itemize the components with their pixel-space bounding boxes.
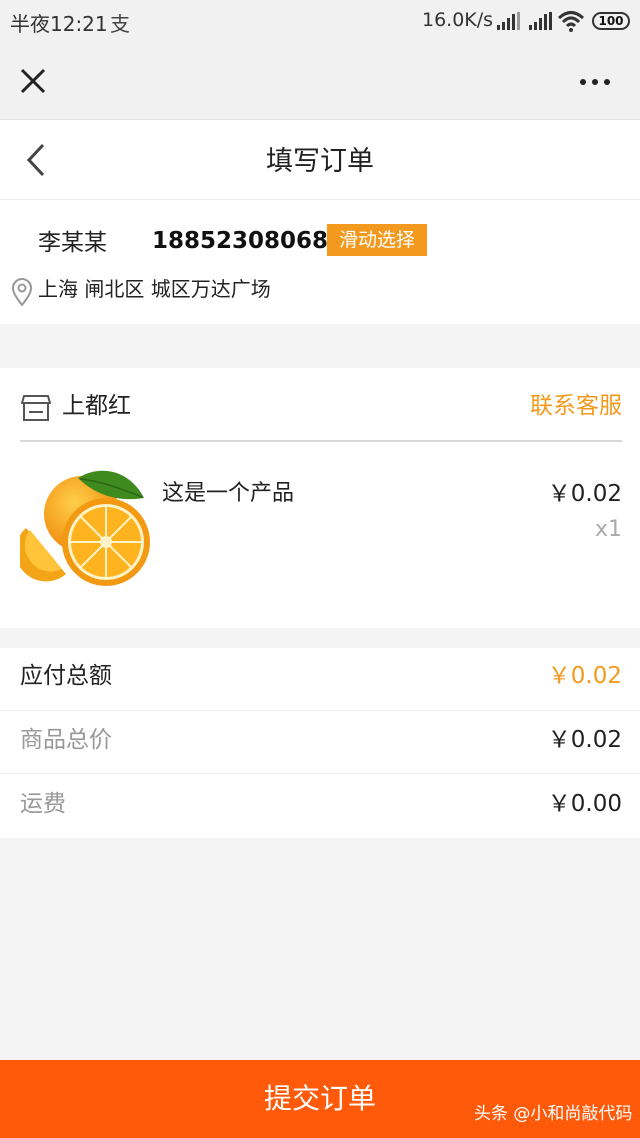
alipay-icon: 支 xyxy=(110,12,130,36)
battery-icon: 100 xyxy=(592,12,630,30)
network-speed: 16.0K/s xyxy=(422,9,494,31)
store-name: 上都红 xyxy=(62,393,131,419)
more-icon[interactable] xyxy=(578,72,612,92)
product-price: ￥0.02 xyxy=(547,481,622,507)
watermark: 头条 @小和尚敲代码 xyxy=(474,1104,633,1124)
address-card[interactable] xyxy=(0,200,640,324)
signal-icon xyxy=(529,12,552,30)
product-name: 这是一个产品 xyxy=(162,481,295,506)
signal-icon xyxy=(497,12,520,30)
product-quantity: x1 xyxy=(594,517,622,542)
recipient-name: 李某某 xyxy=(38,230,107,256)
contact-service-link[interactable]: 联系客服 xyxy=(500,390,622,422)
page-title: 填写订单 xyxy=(266,146,374,177)
shipping-value: ￥0.00 xyxy=(547,791,622,817)
webview-toolbar xyxy=(0,44,640,120)
store-icon xyxy=(21,395,51,421)
wifi-icon xyxy=(558,11,584,32)
address-text: 上海 闸北区 城区万达广场 xyxy=(38,277,271,301)
total-label: 应付总额 xyxy=(20,663,112,689)
recipient-phone: 18852308068 xyxy=(152,228,329,254)
shipping-label: 运费 xyxy=(20,791,66,817)
submit-order-button[interactable]: 提交订单 xyxy=(0,1060,640,1138)
goods-total-label: 商品总价 xyxy=(20,727,112,753)
goods-total-value: ￥0.02 xyxy=(547,727,622,753)
total-value: ￥0.02 xyxy=(547,663,622,689)
orange-image xyxy=(20,470,150,586)
slide-select-button[interactable]: 滑动选择 xyxy=(327,224,427,256)
status-time: 半夜12:21 xyxy=(10,12,108,36)
location-pin-icon xyxy=(11,278,33,306)
close-icon[interactable] xyxy=(20,68,46,94)
divider xyxy=(20,440,622,442)
